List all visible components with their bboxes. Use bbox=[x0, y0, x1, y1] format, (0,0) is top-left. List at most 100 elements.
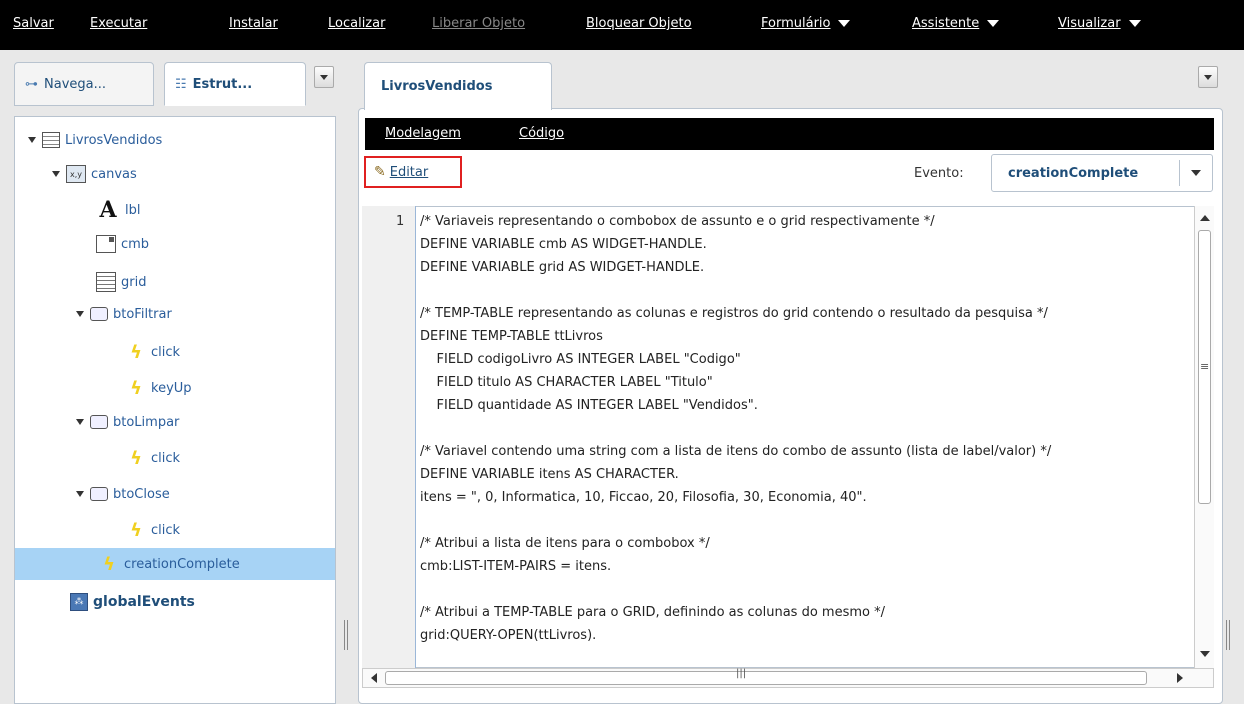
code-line: cmb:LIST-ITEM-PAIRS = itens. bbox=[420, 559, 612, 574]
lightning-bolt-icon: ϟ bbox=[130, 377, 142, 399]
menu-salvar[interactable]: Salvar bbox=[13, 16, 54, 31]
chevron-down-icon[interactable] bbox=[1180, 170, 1212, 176]
tree-item-btofiltrar[interactable]: btoFiltrar bbox=[76, 298, 172, 330]
scroll-right-arrow-icon[interactable] bbox=[1173, 671, 1187, 685]
code-line: FIELD titulo AS CHARACTER LABEL "Titulo" bbox=[420, 375, 713, 390]
tree-item-label: btoClose bbox=[113, 486, 170, 502]
tree-item-livrosvendidos[interactable]: LivrosVendidos bbox=[28, 124, 162, 156]
code-line: /* Variaveis representando o combobox de… bbox=[420, 214, 935, 229]
chevron-down-icon[interactable] bbox=[76, 491, 84, 497]
evento-label: Evento: bbox=[914, 166, 964, 181]
subtab-modelagem[interactable]: Modelagem bbox=[385, 126, 461, 141]
splitter-handle[interactable] bbox=[1226, 620, 1230, 650]
lightning-bolt-icon: ϟ bbox=[130, 341, 142, 363]
code-line: /* Atribui a TEMP-TABLE para o GRID, def… bbox=[420, 605, 885, 620]
chevron-down-icon bbox=[1128, 20, 1141, 27]
menu-visualizar[interactable]: Visualizar bbox=[1058, 16, 1141, 31]
horizontal-scrollbar[interactable]: ||| bbox=[362, 668, 1214, 688]
grip-icon: ||| bbox=[736, 668, 747, 679]
tab-estrutura[interactable]: ☷ Estrut... bbox=[164, 62, 306, 106]
menu-liberar-objeto[interactable]: Liberar Objeto bbox=[432, 16, 525, 31]
tab-estrutura-label: Estrut... bbox=[192, 76, 253, 92]
global-events-icon: ⁂ bbox=[70, 593, 88, 611]
code-line: FIELD codigoLivro AS INTEGER LABEL "Codi… bbox=[420, 352, 741, 367]
grid-icon bbox=[96, 272, 116, 292]
canvas-icon: x,y bbox=[66, 165, 86, 183]
code-line: DEFINE VARIABLE itens AS CHARACTER. bbox=[420, 467, 679, 482]
lightning-bolt-icon: ϟ bbox=[130, 519, 142, 541]
edit-button[interactable]: ✎ Editar bbox=[364, 156, 462, 188]
subtab-codigo[interactable]: Código bbox=[519, 126, 564, 141]
tree-item-btoclose[interactable]: btoClose bbox=[76, 478, 170, 510]
tree-item-label: grid bbox=[121, 274, 147, 290]
vertical-scrollbar[interactable]: ≡ bbox=[1194, 206, 1214, 668]
label-icon: A bbox=[99, 197, 117, 223]
tree-item-btolimpar-click[interactable]: ϟ click bbox=[126, 442, 180, 474]
menu-formulario-label: Formulário bbox=[761, 16, 831, 31]
tree-item-btoclose-click[interactable]: ϟ click bbox=[126, 514, 180, 546]
pencil-icon: ✎ bbox=[374, 164, 386, 180]
tree-item-grid[interactable]: grid bbox=[96, 266, 146, 298]
tab-livrosvendidos-label: LivrosVendidos bbox=[381, 79, 493, 94]
line-number: 1 bbox=[396, 214, 405, 229]
tree-item-label: btoLimpar bbox=[113, 414, 180, 430]
edit-button-label: Editar bbox=[389, 164, 429, 180]
menu-formulario[interactable]: Formulário bbox=[761, 16, 851, 31]
chevron-down-icon[interactable] bbox=[76, 419, 84, 425]
scroll-up-arrow-icon[interactable] bbox=[1197, 210, 1213, 226]
line-number-gutter bbox=[362, 206, 416, 668]
tree-item-label: btoFiltrar bbox=[113, 306, 172, 322]
tab-navegador[interactable]: ⊶ Navega... bbox=[14, 62, 154, 106]
tree-item-canvas[interactable]: x,y canvas bbox=[52, 158, 137, 190]
tab-livrosvendidos[interactable]: LivrosVendidos bbox=[364, 62, 552, 110]
tree-item-label: LivrosVendidos bbox=[65, 132, 163, 148]
tree-item-globalevents[interactable]: ⁂ globalEvents bbox=[70, 586, 195, 618]
evento-select[interactable]: creationComplete bbox=[991, 154, 1213, 192]
menu-instalar[interactable]: Instalar bbox=[229, 16, 278, 31]
button-icon bbox=[90, 487, 108, 501]
menu-localizar[interactable]: Localizar bbox=[328, 16, 385, 31]
left-panel-tabs: ⊶ Navega... ☷ Estrut... bbox=[14, 62, 343, 106]
code-line: /* Atribui a lista de itens para o combo… bbox=[420, 536, 710, 551]
code-line: DEFINE VARIABLE grid AS WIDGET-HANDLE. bbox=[420, 260, 705, 275]
scroll-down-arrow-icon[interactable] bbox=[1197, 646, 1213, 662]
tree-item-label: cmb bbox=[121, 236, 150, 252]
chevron-down-icon[interactable] bbox=[28, 137, 36, 143]
menu-executar[interactable]: Executar bbox=[90, 16, 147, 31]
code-line: FIELD quantidade AS INTEGER LABEL "Vendi… bbox=[420, 398, 758, 413]
code-line: itens = ", 0, Informatica, 10, Ficcao, 2… bbox=[420, 490, 867, 505]
lightning-bolt-icon: ϟ bbox=[130, 447, 142, 469]
tree-item-btolimpar[interactable]: btoLimpar bbox=[76, 406, 179, 438]
tree-item-btofiltrar-keyup[interactable]: ϟ keyUp bbox=[126, 372, 191, 404]
menu-assistente[interactable]: Assistente bbox=[912, 16, 1000, 31]
top-menubar: Salvar Executar Instalar Localizar Liber… bbox=[0, 0, 1244, 50]
tree-item-creationcomplete[interactable]: ϟ creationComplete bbox=[15, 548, 335, 580]
tree-item-cmb[interactable]: cmb bbox=[96, 228, 149, 260]
tree-item-label: click bbox=[151, 522, 181, 538]
splitter-handle[interactable] bbox=[344, 620, 348, 650]
left-panel-menu-button[interactable] bbox=[314, 66, 334, 88]
tree-item-label: click bbox=[151, 344, 181, 360]
code-line: DEFINE VARIABLE cmb AS WIDGET-HANDLE. bbox=[420, 237, 707, 252]
chevron-down-icon[interactable] bbox=[76, 311, 84, 317]
menu-bloquear-objeto[interactable]: Bloquear Objeto bbox=[586, 16, 692, 31]
code-line: /* TEMP-TABLE representando as colunas e… bbox=[420, 306, 1048, 321]
chevron-down-icon bbox=[987, 20, 1000, 27]
scroll-left-arrow-icon[interactable] bbox=[367, 671, 381, 685]
button-icon bbox=[90, 307, 108, 321]
tree-item-btofiltrar-click[interactable]: ϟ click bbox=[126, 336, 180, 368]
navigator-icon: ⊶ bbox=[25, 76, 38, 92]
code-line: DEFINE TEMP-TABLE ttLivros bbox=[420, 329, 603, 344]
chevron-down-icon[interactable] bbox=[52, 171, 60, 177]
editor-tabs-menu-button[interactable] bbox=[1198, 66, 1218, 88]
code-editor[interactable] bbox=[362, 206, 1214, 668]
form-icon bbox=[42, 132, 60, 148]
grip-icon: ≡ bbox=[1200, 360, 1210, 373]
evento-selected-value: creationComplete bbox=[1008, 165, 1139, 181]
menu-assistente-label: Assistente bbox=[912, 16, 980, 31]
tree-item-lbl[interactable]: A lbl bbox=[96, 194, 140, 226]
button-icon bbox=[90, 415, 108, 429]
scroll-thumb[interactable] bbox=[385, 671, 1147, 685]
tab-navegador-label: Navega... bbox=[44, 76, 106, 92]
tree-item-label: creationComplete bbox=[124, 556, 240, 572]
